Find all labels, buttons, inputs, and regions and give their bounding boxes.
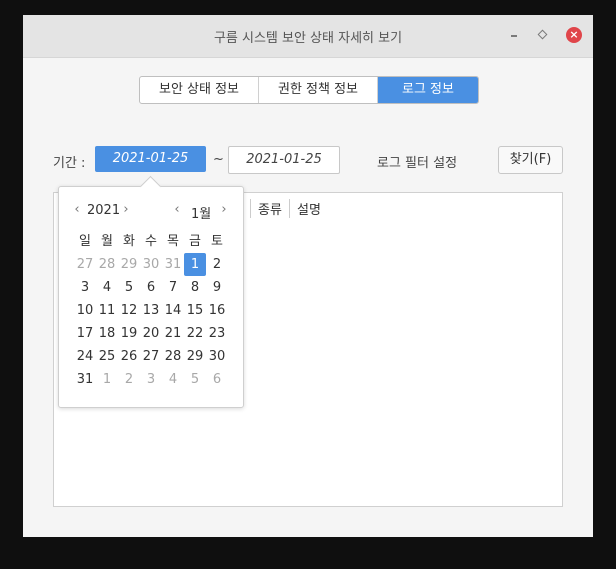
calendar-day[interactable]: 10 (74, 299, 96, 322)
calendar-day-selected[interactable]: 1 (184, 253, 206, 276)
calendar-day[interactable]: 13 (140, 299, 162, 322)
calendar-day[interactable]: 4 (162, 368, 184, 391)
calendar-day[interactable]: 26 (118, 345, 140, 368)
calendar-day[interactable]: 3 (140, 368, 162, 391)
week-row: 27 28 29 30 31 1 2 (74, 253, 228, 276)
prev-month-icon[interactable]: ‹ (172, 202, 182, 217)
weekday-label: 수 (145, 234, 157, 249)
weekday-label: 일 (79, 234, 91, 249)
week-row: 24 25 26 27 28 29 30 (74, 345, 228, 368)
close-icon[interactable]: × (566, 27, 582, 43)
calendar-day[interactable]: 5 (118, 276, 140, 299)
calendar-popover: ‹ 2021 › ‹ 1월 › 일 월 화 수 목 금 토 27 28 29 3… (58, 175, 244, 408)
calendar-day[interactable]: 30 (140, 253, 162, 276)
weekday-label: 월 (101, 234, 113, 249)
calendar-day[interactable]: 27 (74, 253, 96, 276)
calendar-day[interactable]: 1 (96, 368, 118, 391)
tab-bar: 보안 상태 정보 권한 정책 정보 로그 정보 (139, 76, 479, 104)
log-filter-settings[interactable]: 로그 필터 설정 (377, 152, 457, 171)
calendar-day[interactable]: 22 (184, 322, 206, 345)
calendar-month: 1월 (191, 207, 212, 222)
calendar-day[interactable]: 31 (74, 368, 96, 391)
week-row: 3 4 5 6 7 8 9 (74, 276, 228, 299)
calendar-day[interactable]: 27 (140, 345, 162, 368)
calendar-day[interactable]: 11 (96, 299, 118, 322)
calendar-day[interactable]: 28 (96, 253, 118, 276)
week-row: 31 1 2 3 4 5 6 (74, 368, 228, 391)
calendar-day[interactable]: 16 (206, 299, 228, 322)
calendar-day[interactable]: 25 (96, 345, 118, 368)
calendar-grid: 일 월 화 수 목 금 토 27 28 29 30 31 1 2 3 4 5 6… (74, 230, 228, 391)
weekday-label: 목 (167, 234, 179, 249)
calendar-day[interactable]: 6 (206, 368, 228, 391)
weekday-row: 일 월 화 수 목 금 토 (74, 230, 228, 253)
tab-security-status[interactable]: 보안 상태 정보 (140, 77, 259, 103)
calendar-day[interactable]: 28 (162, 345, 184, 368)
calendar-day[interactable]: 18 (96, 322, 118, 345)
calendar-day[interactable]: 2 (118, 368, 140, 391)
calendar-day[interactable]: 4 (96, 276, 118, 299)
calendar-day[interactable]: 8 (184, 276, 206, 299)
calendar-day[interactable]: 29 (118, 253, 140, 276)
calendar-day[interactable]: 5 (184, 368, 206, 391)
tab-permission-policy[interactable]: 권한 정책 정보 (259, 77, 378, 103)
tab-log-info[interactable]: 로그 정보 (378, 77, 478, 103)
calendar-year: 2021 (87, 203, 121, 218)
calendar-day[interactable]: 17 (74, 322, 96, 345)
calendar-day[interactable]: 31 (162, 253, 184, 276)
end-date-field[interactable]: 2021-01-25 (228, 146, 340, 174)
calendar-day[interactable]: 9 (206, 276, 228, 299)
weekday-label: 화 (123, 234, 135, 249)
week-row: 10 11 12 13 14 15 16 (74, 299, 228, 322)
period-label: 기간 : (53, 156, 86, 171)
title-bar[interactable]: 구름 시스템 보안 상태 자세히 보기 × (23, 15, 593, 58)
calendar-day[interactable]: 3 (74, 276, 96, 299)
column-header-type[interactable]: 종류 (250, 199, 282, 218)
popover-pointer (139, 175, 162, 198)
calendar-day[interactable]: 15 (184, 299, 206, 322)
calendar-day[interactable]: 19 (118, 322, 140, 345)
calendar-day[interactable]: 29 (184, 345, 206, 368)
calendar-day[interactable]: 7 (162, 276, 184, 299)
weekday-label: 토 (211, 234, 223, 249)
column-header-description[interactable]: 설명 (289, 199, 321, 218)
date-range-separator: ~ (213, 152, 224, 167)
next-year-icon[interactable]: › (121, 202, 131, 217)
calendar-day[interactable]: 14 (162, 299, 184, 322)
weekday-label: 금 (189, 234, 201, 249)
maximize-icon[interactable] (535, 27, 551, 43)
find-button[interactable]: 찾기(F) (498, 146, 563, 174)
calendar-day[interactable]: 20 (140, 322, 162, 345)
calendar-day[interactable]: 23 (206, 322, 228, 345)
week-row: 17 18 19 20 21 22 23 (74, 322, 228, 345)
calendar-day[interactable]: 24 (74, 345, 96, 368)
calendar-day[interactable]: 2 (206, 253, 228, 276)
calendar-day[interactable]: 21 (162, 322, 184, 345)
calendar-day[interactable]: 6 (140, 276, 162, 299)
next-month-icon[interactable]: › (219, 202, 229, 217)
start-date-field[interactable]: 2021-01-25 (95, 146, 206, 172)
calendar-day[interactable]: 12 (118, 299, 140, 322)
security-status-window: 구름 시스템 보안 상태 자세히 보기 × 보안 상태 정보 권한 정책 정보 … (23, 15, 593, 537)
calendar-day[interactable]: 30 (206, 345, 228, 368)
prev-year-icon[interactable]: ‹ (72, 202, 82, 217)
minimize-icon[interactable] (507, 27, 523, 43)
